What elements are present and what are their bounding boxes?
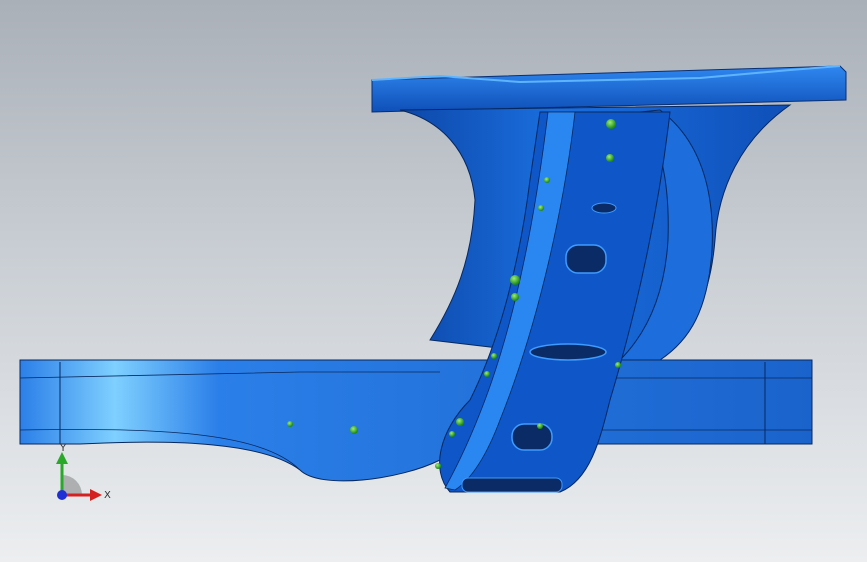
- hole: [591, 202, 617, 214]
- z-axis-icon: [57, 490, 67, 500]
- x-axis-label: X: [104, 490, 111, 501]
- 3d-part-model[interactable]: [0, 0, 867, 562]
- slot: [565, 244, 607, 274]
- slot: [511, 423, 553, 451]
- horizontal-beam[interactable]: [19, 359, 813, 482]
- y-axis-label: Y: [59, 443, 67, 454]
- x-axis-arrow-icon: [90, 489, 102, 501]
- graphics-viewport[interactable]: Y X: [0, 0, 867, 562]
- reference-triad: Y X: [56, 443, 111, 501]
- bottom-slot: [461, 477, 563, 493]
- slot: [529, 343, 607, 361]
